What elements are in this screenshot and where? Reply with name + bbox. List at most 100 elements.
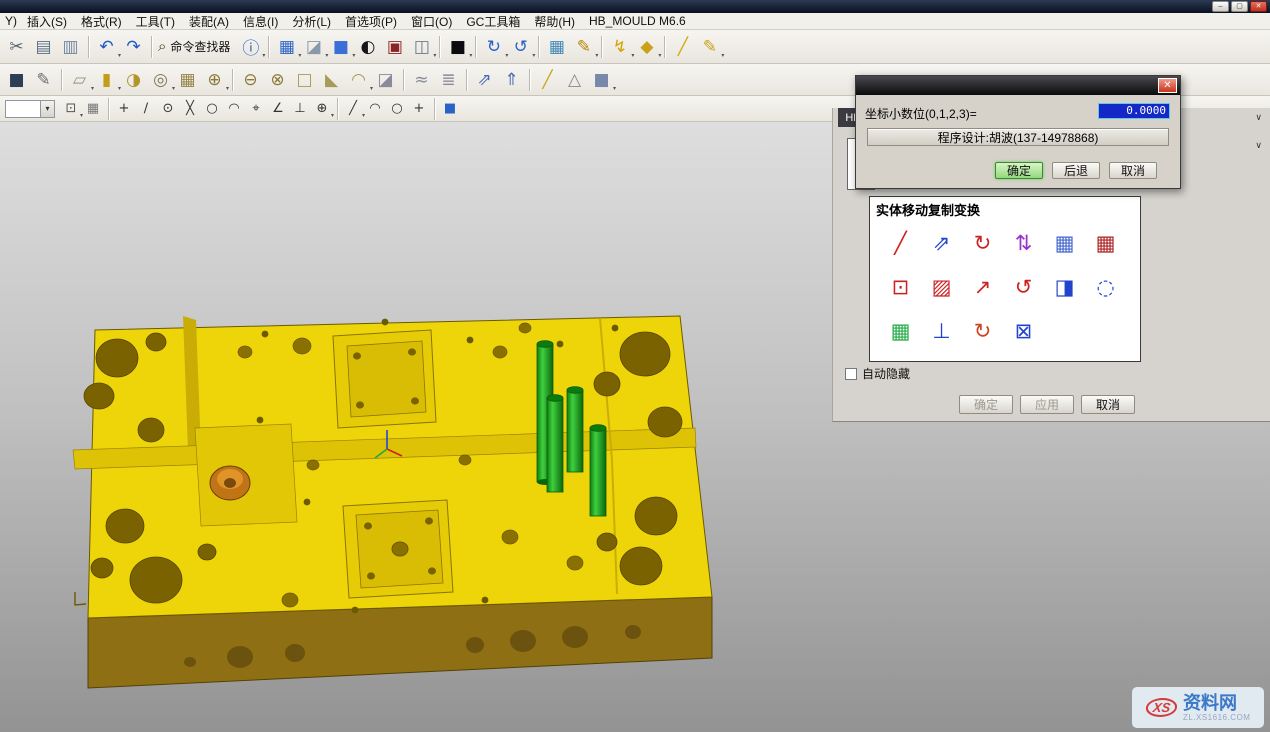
rotate-point-icon[interactable]: ↺ [1009,272,1039,302]
revolve-icon[interactable]: ◑ [121,67,146,92]
pan-view-icon[interactable]: ↺ [508,34,533,59]
snap-endpoint-icon[interactable]: ∕ [136,99,156,119]
redo-icon[interactable]: ↷ [121,34,146,59]
snap-intersection-icon[interactable]: ╳ [180,99,200,119]
align-axis-icon[interactable]: ◨ [1050,272,1080,302]
measure-ruler-icon[interactable]: ╱ [670,34,695,59]
layout-table-icon[interactable]: ▦ [544,34,569,59]
panel-ok-button[interactable]: 确定 [959,395,1013,414]
draft-analysis-icon[interactable]: △ [562,67,587,92]
circle-icon[interactable]: ○ [387,99,407,119]
align-move-icon[interactable]: ▨ [927,272,957,302]
snap-settings-icon[interactable]: ⊡ [61,99,81,119]
scene-icon[interactable]: ■ [589,67,614,92]
rotate-angle-icon[interactable]: ↻ [968,228,998,258]
restore-button[interactable]: ▢ [1231,1,1248,12]
chamfer-icon[interactable]: ◣ [319,67,344,92]
circle-array-icon[interactable]: ◌ [1091,272,1121,302]
measure-distance-icon[interactable]: ╱ [535,67,560,92]
arc-icon[interactable]: ◠ [365,99,385,119]
menu-item[interactable]: 信息(I) [236,13,285,30]
swept-icon[interactable]: ≈ [409,67,434,92]
menu-item[interactable]: 帮助(H) [527,13,582,30]
snap-angle-icon[interactable]: ∠ [268,99,288,119]
trim-body-icon[interactable]: ◪ [373,67,398,92]
rotate-view-icon[interactable]: ↻ [481,34,506,59]
snap-center-icon[interactable]: ○ [202,99,222,119]
panel-apply-button[interactable]: 应用 [1020,395,1074,414]
menu-item[interactable]: 插入(S) [20,13,74,30]
scale-copy-icon[interactable]: ⊠ [1009,316,1039,346]
snap-perpendicular-icon[interactable]: ⊥ [290,99,310,119]
snap-existing-point-icon[interactable]: ⌖ [246,99,266,119]
dialog-close-icon[interactable]: ✕ [1158,78,1177,93]
home-block-icon[interactable]: ■ [4,67,29,92]
point-icon[interactable]: + [409,99,429,119]
translate-line-icon[interactable]: ╱ [886,228,916,258]
cube-orient-icon[interactable]: ◫ [409,34,434,59]
background-swatch-icon[interactable]: ■ [445,34,470,59]
snap-quadrant-icon[interactable]: ◠ [224,99,244,119]
offset-face-icon[interactable]: ⇑ [499,67,524,92]
command-finder[interactable]: ⌕ 命令查找器 [156,38,237,55]
overflow-chevron-icon[interactable]: ∨ [1255,140,1262,151]
paste-icon[interactable]: ▥ [58,34,83,59]
half-shade-sphere-icon[interactable]: ◐ [355,34,380,59]
panel-cancel-button[interactable]: 取消 [1081,395,1135,414]
line-icon[interactable]: ╱ [343,99,363,119]
snap-tangent-icon[interactable]: ⊕ [312,99,332,119]
menu-item[interactable]: 窗口(O) [404,13,459,30]
menu-item[interactable]: HB_MOULD M6.6 [582,14,693,28]
datum-plane-icon[interactable]: ▱ [67,67,92,92]
cut-icon[interactable]: ✂ [4,34,29,59]
sketch-pencil-icon[interactable]: ✎ [697,34,722,59]
dialog-back-button[interactable]: 后退 [1052,162,1100,179]
subtract-icon[interactable]: ⊖ [238,67,263,92]
autohide-checkbox[interactable] [845,368,857,380]
overflow-chevron-icon[interactable]: ∨ [1255,112,1262,123]
chevron-down-icon[interactable]: ▾ [40,101,54,117]
minimize-button[interactable]: – [1212,1,1229,12]
menu-item[interactable]: 首选项(P) [338,13,404,30]
decimal-places-input[interactable]: 0.0000 [1098,103,1170,119]
unite-icon[interactable]: ⊕ [202,67,227,92]
menu-item[interactable]: 工具(T) [129,13,182,30]
edge-blend-icon[interactable]: ◠ [346,67,371,92]
thread-icon[interactable]: ≣ [436,67,461,92]
annotate-pencil-icon[interactable]: ✎ [571,34,596,59]
hole-icon[interactable]: ◎ [148,67,173,92]
vector-move-icon[interactable]: ↗ [968,272,998,302]
dialog-cancel-button[interactable]: 取消 [1109,162,1157,179]
dialog-ok-button[interactable]: 确定 [995,162,1043,179]
info-icon[interactable]: ⓘ [238,34,263,59]
translate-vector-icon[interactable]: ⇗ [927,228,957,258]
axis-align-icon[interactable]: ⊥ [927,316,957,346]
selection-scope-combo[interactable]: ▾ [5,100,55,118]
sketch-icon[interactable]: ✎ [31,67,56,92]
rotate-copy-icon[interactable]: ↻ [968,316,998,346]
view-window-icon[interactable]: ▦ [274,34,299,59]
shaded-cube-icon[interactable]: ■ [328,34,353,59]
rect-array-icon[interactable]: ▦ [1091,228,1121,258]
wcs-cube-icon[interactable]: ■ [440,99,460,119]
menu-item[interactable]: GC工具箱 [459,13,527,30]
maroon-block-icon[interactable]: ▣ [382,34,407,59]
move-face-icon[interactable]: ⇗ [472,67,497,92]
snap-point-icon[interactable]: + [114,99,134,119]
pattern-icon[interactable]: ▦ [175,67,200,92]
grid-copy-icon[interactable]: ▦ [886,316,916,346]
mirror-body-icon[interactable]: ⇅ [1009,228,1039,258]
shell-icon[interactable]: □ [292,67,317,92]
grid-snap-icon[interactable]: ▦ [83,99,103,119]
copy-paste-icon[interactable]: ▦ [1050,228,1080,258]
extrude-icon[interactable]: ▮ [94,67,119,92]
copy-icon[interactable]: ▤ [31,34,56,59]
glass-plane-icon[interactable]: ◪ [301,34,326,59]
menu-item[interactable]: 分析(L) [285,13,338,30]
intersect-icon[interactable]: ⊗ [265,67,290,92]
menu-item[interactable]: 装配(A) [182,13,236,30]
snap-midpoint-icon[interactable]: ⊙ [158,99,178,119]
gem-icon[interactable]: ◆ [634,34,659,59]
wizard-bolt-icon[interactable]: ↯ [607,34,632,59]
undo-icon[interactable]: ↶ [94,34,119,59]
